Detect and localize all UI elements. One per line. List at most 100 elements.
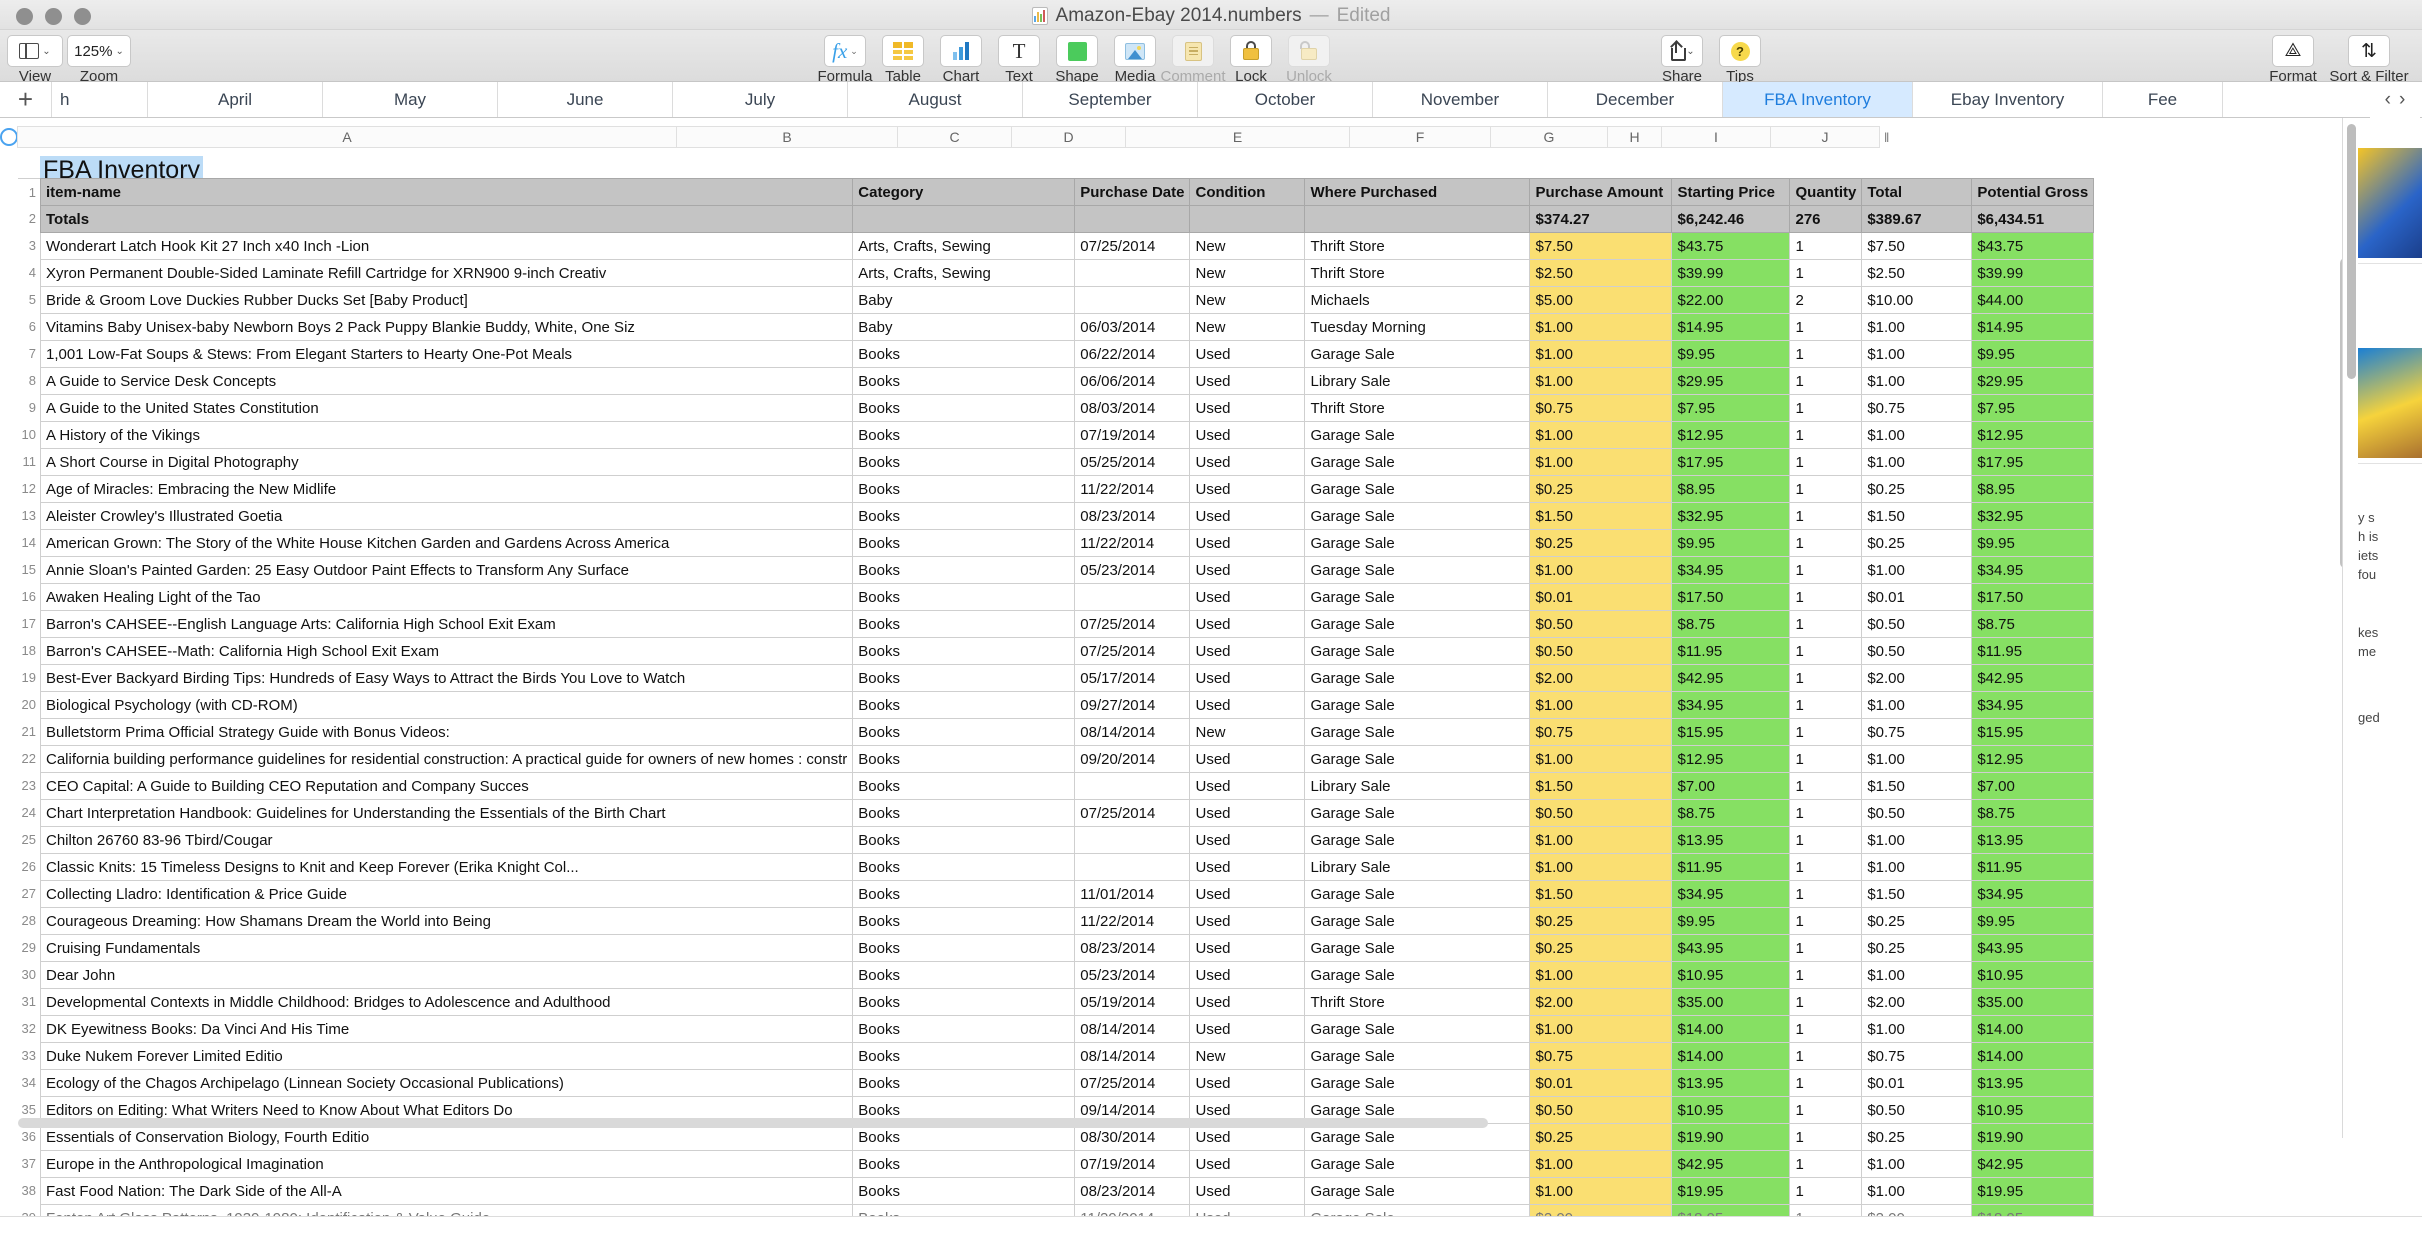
table-row[interactable]: Age of Miracles: Embracing the New Midli… <box>39 475 2095 503</box>
row-header-14[interactable]: 14 <box>18 529 40 556</box>
column-header-strip[interactable]: A B C D E F G H I J ‖ <box>0 126 1889 148</box>
cell-J3[interactable]: $43.75 <box>1971 232 2095 260</box>
cell-E32[interactable]: Garage Sale <box>1304 1015 1531 1043</box>
cell-G11[interactable]: $17.95 <box>1671 448 1791 476</box>
cell-E28[interactable]: Garage Sale <box>1304 907 1531 935</box>
horizontal-scrollbar[interactable] <box>18 1118 1488 1128</box>
cell-G22[interactable]: $12.95 <box>1671 745 1791 773</box>
cell-E9[interactable]: Thrift Store <box>1304 394 1531 422</box>
row-header-29[interactable]: 29 <box>18 934 40 961</box>
row-header-17[interactable]: 17 <box>18 610 40 637</box>
cell-C20[interactable]: 09/27/2014 <box>1074 691 1191 719</box>
row-header-18[interactable]: 18 <box>18 637 40 664</box>
cell-I31[interactable]: $2.00 <box>1861 988 1973 1016</box>
cell-B15[interactable]: Books <box>852 556 1076 584</box>
cell-D18[interactable]: Used <box>1189 637 1306 665</box>
cell-H18[interactable]: 1 <box>1789 637 1863 665</box>
cell-I25[interactable]: $1.00 <box>1861 826 1973 854</box>
cell-E34[interactable]: Garage Sale <box>1304 1069 1531 1097</box>
cell-I13[interactable]: $1.50 <box>1861 502 1973 530</box>
cell-H31[interactable]: 1 <box>1789 988 1863 1016</box>
sheet-tab-may[interactable]: May <box>323 82 498 117</box>
cell-E25[interactable]: Garage Sale <box>1304 826 1531 854</box>
cell-J20[interactable]: $34.95 <box>1971 691 2095 719</box>
cell-I14[interactable]: $0.25 <box>1861 529 1973 557</box>
table-row[interactable]: Classic Knits: 15 Timeless Designs to Kn… <box>39 853 2095 881</box>
cell-A21[interactable]: Bulletstorm Prima Official Strategy Guid… <box>39 718 854 746</box>
cell-B38[interactable]: Books <box>852 1177 1076 1205</box>
cell-I24[interactable]: $0.50 <box>1861 799 1973 827</box>
cell-H15[interactable]: 1 <box>1789 556 1863 584</box>
column-header-E[interactable]: E <box>1125 126 1350 148</box>
sheet-tab-june[interactable]: June <box>498 82 673 117</box>
cell-A11[interactable]: A Short Course in Digital Photography <box>39 448 854 476</box>
tab-next-icon[interactable]: › <box>2399 89 2405 111</box>
cell-A38[interactable]: Fast Food Nation: The Dark Side of the A… <box>39 1177 854 1205</box>
table-row[interactable]: Annie Sloan's Painted Garden: 25 Easy Ou… <box>39 556 2095 584</box>
table-row[interactable]: American Grown: The Story of the White H… <box>39 529 2095 557</box>
cell-F28[interactable]: $0.25 <box>1529 907 1673 935</box>
cell-E8[interactable]: Library Sale <box>1304 367 1531 395</box>
cell-E23[interactable]: Library Sale <box>1304 772 1531 800</box>
cell-A3[interactable]: Wonderart Latch Hook Kit 27 Inch x40 Inc… <box>39 232 854 260</box>
cell-D19[interactable]: Used <box>1189 664 1306 692</box>
cell-F15[interactable]: $1.00 <box>1529 556 1673 584</box>
zoom-button[interactable]: 125% ⌄ Zoom <box>67 35 131 85</box>
cell-D28[interactable]: Used <box>1189 907 1306 935</box>
row-header-13[interactable]: 13 <box>18 502 40 529</box>
column-header-I[interactable]: I <box>1661 126 1771 148</box>
table-row[interactable]: Barron's CAHSEE--English Language Arts: … <box>39 610 2095 638</box>
cell-J31[interactable]: $35.00 <box>1971 988 2095 1016</box>
cell-A12[interactable]: Age of Miracles: Embracing the New Midli… <box>39 475 854 503</box>
cell-H32[interactable]: 1 <box>1789 1015 1863 1043</box>
cell-C34[interactable]: 07/25/2014 <box>1074 1069 1191 1097</box>
cell-G8[interactable]: $29.95 <box>1671 367 1791 395</box>
cell-G29[interactable]: $43.95 <box>1671 934 1791 962</box>
cell-A32[interactable]: DK Eyewitness Books: Da Vinci And His Ti… <box>39 1015 854 1043</box>
cell-D11[interactable]: Used <box>1189 448 1306 476</box>
cell-D12[interactable]: Used <box>1189 475 1306 503</box>
cell-G24[interactable]: $8.75 <box>1671 799 1791 827</box>
spreadsheet-table[interactable]: item-name Category Purchase Date Condition W… <box>39 178 2095 1218</box>
row-header-7[interactable]: 7 <box>18 340 40 367</box>
cell-H12[interactable]: 1 <box>1789 475 1863 503</box>
cell-A17[interactable]: Barron's CAHSEE--English Language Arts: … <box>39 610 854 638</box>
row-header-21[interactable]: 21 <box>18 718 40 745</box>
cell-F37[interactable]: $1.00 <box>1529 1150 1673 1178</box>
cell-D31[interactable]: Used <box>1189 988 1306 1016</box>
cell-D8[interactable]: Used <box>1189 367 1306 395</box>
cell-H25[interactable]: 1 <box>1789 826 1863 854</box>
cell-D4[interactable]: New <box>1189 259 1306 287</box>
cell-F32[interactable]: $1.00 <box>1529 1015 1673 1043</box>
cell-A9[interactable]: A Guide to the United States Constitutio… <box>39 394 854 422</box>
cell-F29[interactable]: $0.25 <box>1529 934 1673 962</box>
table-row[interactable]: Europe in the Anthropological Imaginatio… <box>39 1150 2095 1178</box>
table-row[interactable]: Collecting Lladro: Identification & Pric… <box>39 880 2095 908</box>
cell-C17[interactable]: 07/25/2014 <box>1074 610 1191 638</box>
table-row[interactable]: Dear John Books 05/23/2014 Used Garage Sale $… <box>39 961 2095 989</box>
totals-cell[interactable]: $6,434.51 <box>1971 205 2095 233</box>
cell-B3[interactable]: Arts, Crafts, Sewing <box>852 232 1076 260</box>
cell-I5[interactable]: $10.00 <box>1861 286 1973 314</box>
cell-C16[interactable] <box>1074 583 1191 611</box>
table-row[interactable]: 1,001 Low-Fat Soups & Stews: From Elegan… <box>39 340 2095 368</box>
cell-A31[interactable]: Developmental Contexts in Middle Childho… <box>39 988 854 1016</box>
text-button[interactable]: T Text <box>992 35 1046 85</box>
cell-C13[interactable]: 08/23/2014 <box>1074 502 1191 530</box>
cell-I7[interactable]: $1.00 <box>1861 340 1973 368</box>
cell-H38[interactable]: 1 <box>1789 1177 1863 1205</box>
share-button[interactable]: ⌄ Share <box>1655 35 1709 85</box>
cell-H19[interactable]: 1 <box>1789 664 1863 692</box>
cell-G25[interactable]: $13.95 <box>1671 826 1791 854</box>
cell-E38[interactable]: Garage Sale <box>1304 1177 1531 1205</box>
cell-F35[interactable]: $0.50 <box>1529 1096 1673 1124</box>
row-number-gutter[interactable]: 1 2 3 4 5 6 7 8 9 10 11 12 13 14 15 16 17 18 19 20 21 22 23 24 2… <box>18 178 40 1218</box>
cell-I26[interactable]: $1.00 <box>1861 853 1973 881</box>
cell-I23[interactable]: $1.50 <box>1861 772 1973 800</box>
background-window-sliver[interactable]: y sh is iets fou kes me ged <box>2342 118 2422 1138</box>
cell-B21[interactable]: Books <box>852 718 1076 746</box>
row-header-12[interactable]: 12 <box>18 475 40 502</box>
row-header-1[interactable]: 1 <box>18 178 40 205</box>
cell-F13[interactable]: $1.50 <box>1529 502 1673 530</box>
cell-D15[interactable]: Used <box>1189 556 1306 584</box>
